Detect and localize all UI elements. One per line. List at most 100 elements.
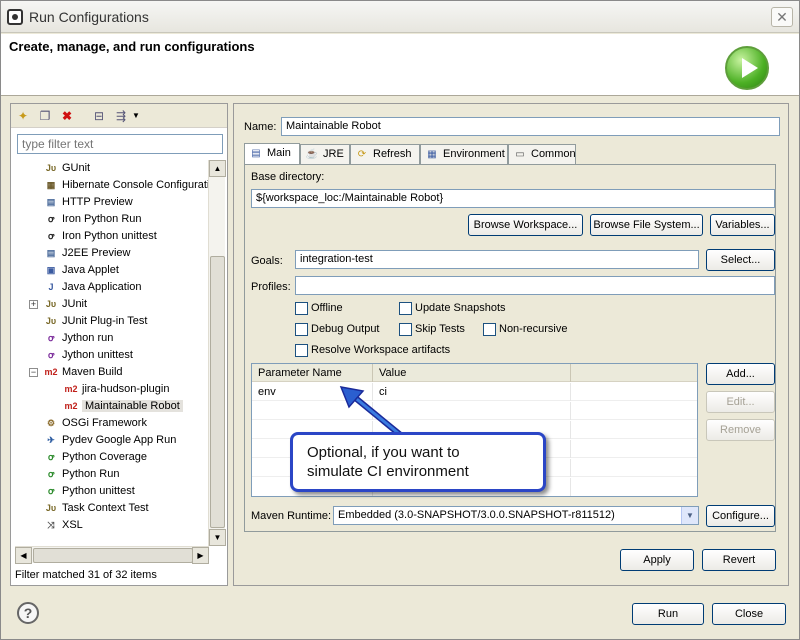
java-app-icon: J <box>48 282 54 293</box>
new-configuration-icon[interactable]: ✦ <box>15 108 31 124</box>
banner-heading: Create, manage, and run configurations <box>9 39 255 54</box>
browse-workspace-button[interactable]: Browse Workspace... <box>468 214 583 236</box>
tree-item[interactable]: Jυ JUnit <box>43 296 87 313</box>
tree-item-label: HTTP Preview <box>62 196 133 208</box>
debug-output-checkbox[interactable]: Debug Output <box>295 322 380 338</box>
annotation-callout: Optional, if you want to simulate CI env… <box>290 432 546 492</box>
revert-button[interactable]: Revert <box>702 549 776 571</box>
filter-status-text: Filter matched 31 of 32 items <box>15 569 157 581</box>
scroll-left-icon[interactable]: ◀ <box>15 547 32 564</box>
scroll-up-icon[interactable]: ▲ <box>209 160 226 177</box>
tab-common[interactable]: ▭ Common <box>508 144 576 164</box>
tree-item[interactable]: ⤨ XSL <box>43 517 83 534</box>
tab-jre[interactable]: ☕ JRE <box>300 144 350 164</box>
tree-item-label: J2EE Preview <box>62 247 131 259</box>
tree-item[interactable]: ▤ HTTP Preview <box>43 194 133 211</box>
apply-button[interactable]: Apply <box>620 549 694 571</box>
tree-vertical-scrollbar[interactable]: ▲ ▼ <box>208 160 226 546</box>
tree-item[interactable]: Jυ Task Context Test <box>43 500 149 517</box>
update-snapshots-checkbox[interactable]: Update Snapshots <box>399 301 506 317</box>
base-directory-field[interactable]: ${workspace_loc:/Maintainable Robot} <box>251 189 775 208</box>
collapse-icon[interactable]: − <box>29 368 38 377</box>
tree-item[interactable]: ⚙ OSGi Framework <box>43 415 147 432</box>
non-recursive-checkbox[interactable]: Non-recursive <box>483 322 567 338</box>
tab-main[interactable]: ▤ Main <box>244 143 300 165</box>
add-parameter-button[interactable]: Add... <box>706 363 775 385</box>
window-close-button[interactable]: ✕ <box>771 7 793 27</box>
goals-field[interactable]: integration-test <box>295 250 699 269</box>
xsl-icon: ⤨ <box>47 520 55 531</box>
configure-runtime-button[interactable]: Configure... <box>706 505 775 527</box>
horizontal-scroll-thumb[interactable] <box>33 548 193 563</box>
table-row[interactable]: env ci <box>252 383 697 401</box>
table-row <box>252 402 697 420</box>
skip-tests-checkbox[interactable]: Skip Tests <box>399 322 465 338</box>
common-tab-icon: ▭ <box>515 149 525 160</box>
scroll-right-icon[interactable]: ▶ <box>192 547 209 564</box>
tree-item-label: GUnit <box>62 162 91 174</box>
tree-item[interactable]: ꝍ Python Run <box>43 466 120 483</box>
duplicate-icon[interactable]: ❐ <box>37 108 53 124</box>
table-header: Parameter Name Value <box>252 364 697 382</box>
tree-item[interactable]: ▤ J2EE Preview <box>43 245 131 262</box>
tree-item-label: jira-hudson-plugin <box>82 383 170 395</box>
delete-icon[interactable]: ✖ <box>59 108 75 124</box>
tree-item[interactable]: Jυ JUnit Plug-in Test <box>43 313 148 330</box>
tree-item[interactable]: m2 Maintainable Robot <box>63 398 183 415</box>
vertical-scroll-thumb[interactable] <box>210 256 225 528</box>
chevron-down-icon[interactable]: ▼ <box>681 507 698 524</box>
expand-icon[interactable]: + <box>29 300 38 309</box>
tree-item[interactable]: ꝍ Python unittest <box>43 483 135 500</box>
tree-item[interactable]: J Java Application <box>43 279 141 296</box>
base-directory-label: Base directory: <box>251 171 325 183</box>
run-button[interactable]: Run <box>632 603 704 625</box>
maven-runtime-select[interactable]: Embedded (3.0-SNAPSHOT/3.0.0.SNAPSHOT-r8… <box>333 506 699 525</box>
variables-button[interactable]: Variables... <box>710 214 775 236</box>
profiles-field[interactable] <box>295 276 775 295</box>
filter-input[interactable] <box>17 134 223 154</box>
filter-icon[interactable]: ⇶ <box>113 108 129 124</box>
scroll-down-icon[interactable]: ▼ <box>209 529 226 546</box>
maven-icon: m2 <box>64 401 78 412</box>
tree-item[interactable]: ꝍ Python Coverage <box>43 449 147 466</box>
tree-horizontal-scrollbar[interactable]: ◀ ▶ <box>15 546 209 564</box>
tree-item[interactable]: m2 Maven Build <box>43 364 123 381</box>
name-field[interactable]: Maintainable Robot <box>281 117 780 136</box>
maven-runtime-label: Maven Runtime: <box>251 510 332 522</box>
tab-refresh[interactable]: ⟳ Refresh <box>350 144 420 164</box>
tree-item[interactable]: ꝍ Iron Python Run <box>43 211 142 228</box>
tab-environment[interactable]: ▦ Environment <box>420 144 508 164</box>
tree-item-label: Hibernate Console Configuration <box>62 179 209 191</box>
tree-item[interactable]: ꝍ Jython unittest <box>43 347 133 364</box>
close-button[interactable]: Close <box>712 603 786 625</box>
remove-parameter-button[interactable]: Remove <box>706 419 775 441</box>
tree-item-label: Python Run <box>62 468 120 480</box>
skip-tests-label: Skip Tests <box>415 323 465 335</box>
resolve-workspace-checkbox[interactable]: Resolve Workspace artifacts <box>295 343 450 359</box>
tree-item-label: Java Applet <box>62 264 119 276</box>
tree-item-label: Iron Python unittest <box>62 230 157 242</box>
tab-jre-label: JRE <box>323 148 344 160</box>
help-icon[interactable]: ? <box>17 602 39 624</box>
browse-file-system-button[interactable]: Browse File System... <box>590 214 703 236</box>
tree-item-label: XSL <box>62 519 83 531</box>
tree-item[interactable]: Jυ GUnit <box>43 160 90 177</box>
view-menu-chevron-icon[interactable]: ▼ <box>131 108 141 124</box>
tree-item[interactable]: ꝍ Jython run <box>43 330 113 347</box>
tree-item-label: Maven Build <box>62 366 123 378</box>
tree-item[interactable]: ꝍ Iron Python unittest <box>43 228 157 245</box>
eclipse-app-icon <box>7 9 23 25</box>
select-goals-button[interactable]: Select... <box>706 249 775 271</box>
collapse-all-icon[interactable]: ⊟ <box>91 108 107 124</box>
tree-item[interactable]: ✈ Pydev Google App Run <box>43 432 176 449</box>
main-tab-icon: ▤ <box>251 148 261 159</box>
offline-checkbox[interactable]: Offline <box>295 301 343 317</box>
tree-item[interactable]: m2 jira-hudson-plugin <box>63 381 169 398</box>
window-title: Run Configurations <box>29 9 149 25</box>
tree-item[interactable]: ▦ Hibernate Console Configuration <box>43 177 209 194</box>
name-label: Name: <box>244 121 277 133</box>
tree-item[interactable]: ▣ Java Applet <box>43 262 119 279</box>
edit-parameter-button[interactable]: Edit... <box>706 391 775 413</box>
http-icon: ▤ <box>46 197 56 208</box>
gunit-icon: Jυ <box>45 163 57 174</box>
